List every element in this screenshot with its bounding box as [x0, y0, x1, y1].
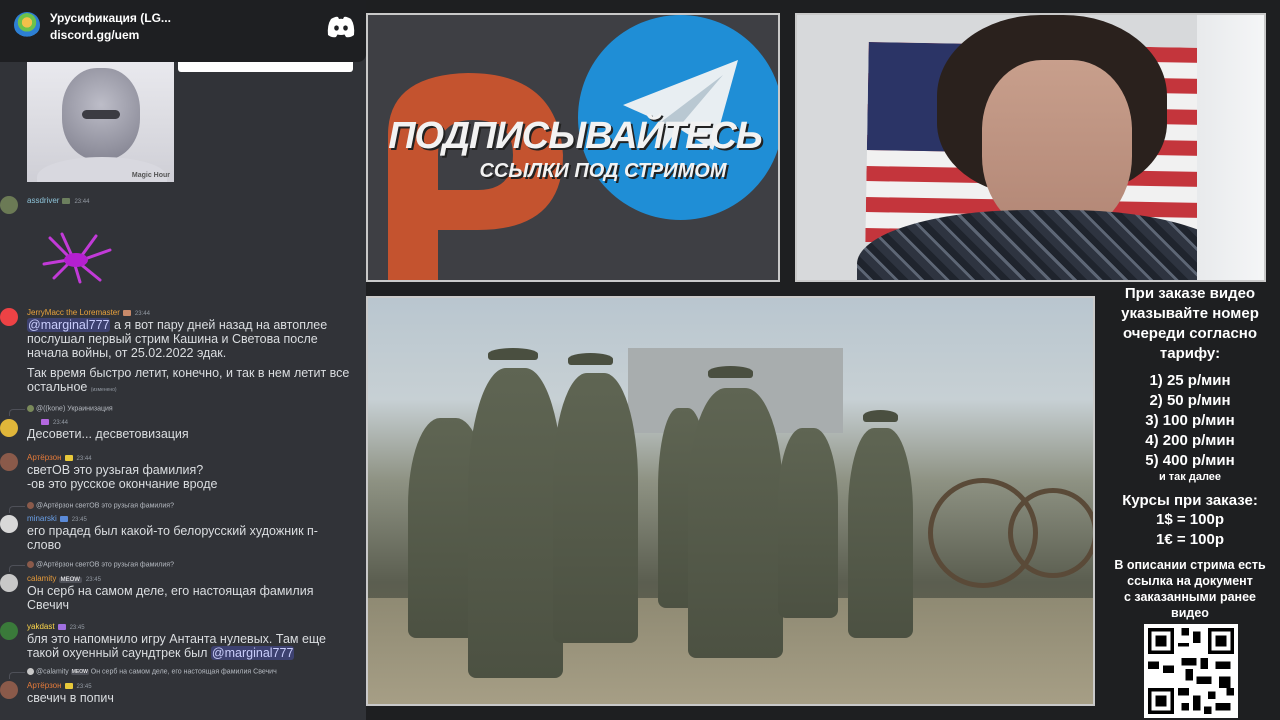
discord-logo-icon	[327, 16, 355, 38]
streamer-face	[982, 60, 1132, 235]
message-text: остальное (изменено)	[27, 380, 117, 394]
price-tier: 1) 25 р/мин	[1149, 372, 1231, 389]
message-text: Так время быстро летит, конечно, и так в…	[27, 366, 350, 380]
username[interactable]: Артёрзон 23:45	[27, 681, 92, 690]
avatar[interactable]	[0, 622, 18, 640]
avatar[interactable]	[0, 308, 18, 326]
avatar[interactable]	[0, 419, 18, 437]
message-text: -ов это русское окончание вроде	[27, 477, 218, 491]
message-text: Десовети... десветовизация	[27, 427, 189, 441]
server-header[interactable]: Урусификация (LG... discord.gg/uem	[0, 0, 366, 62]
server-invite-link[interactable]: discord.gg/uem	[50, 28, 139, 42]
note-line: ссылка на документ	[1127, 574, 1253, 588]
price-tier: 2) 50 р/мин	[1149, 392, 1231, 409]
username[interactable]: minarski 23:45	[27, 514, 87, 523]
username[interactable]: yakdast 23:45	[27, 622, 85, 631]
message-text: начала войны, от 25.02.2022 эдак.	[27, 346, 227, 360]
reply-connector	[9, 672, 25, 679]
reply-connector	[9, 565, 25, 572]
user-mention[interactable]: @marginal777	[210, 646, 295, 660]
price-intro-line: очереди согласно	[1122, 325, 1258, 342]
note-line: В описании стрима есть	[1114, 558, 1266, 572]
reply-preview[interactable]: @Артёрзон светОВ это рузьгая фамилия?	[27, 502, 174, 509]
user-mention[interactable]: @marginal777	[27, 318, 111, 332]
reply-connector	[9, 409, 25, 416]
username[interactable]: JerryMacc the Loremaster 23:44	[27, 308, 150, 317]
curtain	[1197, 15, 1264, 280]
edited-marker: (изменено)	[90, 387, 117, 393]
meme-image[interactable]: Magic Hour	[27, 62, 174, 182]
reply-preview[interactable]: @Артёрзон светОВ это рузьгая фамилия?	[27, 561, 174, 568]
rates-title: Курсы при заказе:	[1122, 492, 1258, 509]
price-intro-line: тарифу:	[1159, 345, 1221, 362]
price-etc: и так далее	[1158, 471, 1222, 483]
subscribe-banner: ПОДПИСЫВАЙТЕСЬ ССЫЛКИ ПОД СТРИМОМ	[366, 13, 780, 282]
price-intro-line: указывайте номер	[1121, 305, 1259, 322]
server-icon	[14, 12, 40, 38]
avatar[interactable]	[0, 196, 18, 214]
note-line: с заказанными ранее	[1123, 590, 1256, 604]
avatar[interactable]	[0, 453, 18, 471]
avatar[interactable]	[0, 574, 18, 592]
rate-usd: 1$ = 100р	[1156, 511, 1224, 528]
webcam-feed	[795, 13, 1266, 282]
message-text: Свечич	[27, 598, 70, 612]
rate-eur: 1€ = 100р	[1156, 531, 1224, 548]
banner-title: ПОДПИСЫВАЙТЕСЬ	[388, 115, 763, 157]
reply-preview[interactable]: @calamity MEOW Он серб на самом деле, ег…	[27, 668, 277, 676]
avatar[interactable]	[0, 515, 18, 533]
username[interactable]: calamity MEOW 23:45	[27, 574, 101, 583]
username[interactable]: 23:44	[27, 417, 68, 426]
reply-preview[interactable]: @((kone) Украинизация	[27, 405, 113, 412]
message-text: светОВ это рузьгая фамилия?	[27, 463, 204, 477]
message-text: его прадед был какой-то белорусский худо…	[27, 524, 318, 538]
reply-connector	[9, 506, 25, 513]
server-name: Урусификация (LG...	[50, 11, 171, 25]
username[interactable]: Артёрзон 23:44	[27, 453, 92, 462]
username[interactable]: assdriver 23:44	[27, 196, 89, 205]
message-text: такой охуенный саундтрек был @marginal77…	[27, 646, 295, 660]
image-watermark: Magic Hour	[131, 172, 170, 179]
spider-sticker[interactable]	[40, 230, 118, 285]
message-text: Он серб на самом деле, его настоящая фам…	[27, 584, 314, 598]
video-player[interactable]	[366, 296, 1095, 706]
message-text: свечич в попич	[27, 691, 114, 705]
banner-subtitle: ССЫЛКИ ПОД СТРИМОМ	[479, 160, 727, 182]
price-intro-line: При заказе видео	[1124, 285, 1256, 302]
price-tier: 4) 200 р/мин	[1145, 432, 1235, 449]
note-line: видео	[1171, 606, 1209, 620]
avatar[interactable]	[0, 681, 18, 699]
price-tier: 3) 100 р/мин	[1145, 412, 1235, 429]
link-embed	[178, 62, 353, 72]
qr-code[interactable]	[1144, 624, 1238, 718]
message-text: бля это напомнило игру Антанта нулевых. …	[27, 632, 327, 646]
message-text: @marginal777 а я вот пару дней назад на …	[27, 318, 328, 332]
discord-chat-panel: Magic Hour assdriver 23:44 JerryMacc the …	[0, 0, 366, 720]
message-text: слово	[27, 538, 62, 552]
message-text: послушал первый стрим Кашина и Светова п…	[27, 332, 318, 346]
